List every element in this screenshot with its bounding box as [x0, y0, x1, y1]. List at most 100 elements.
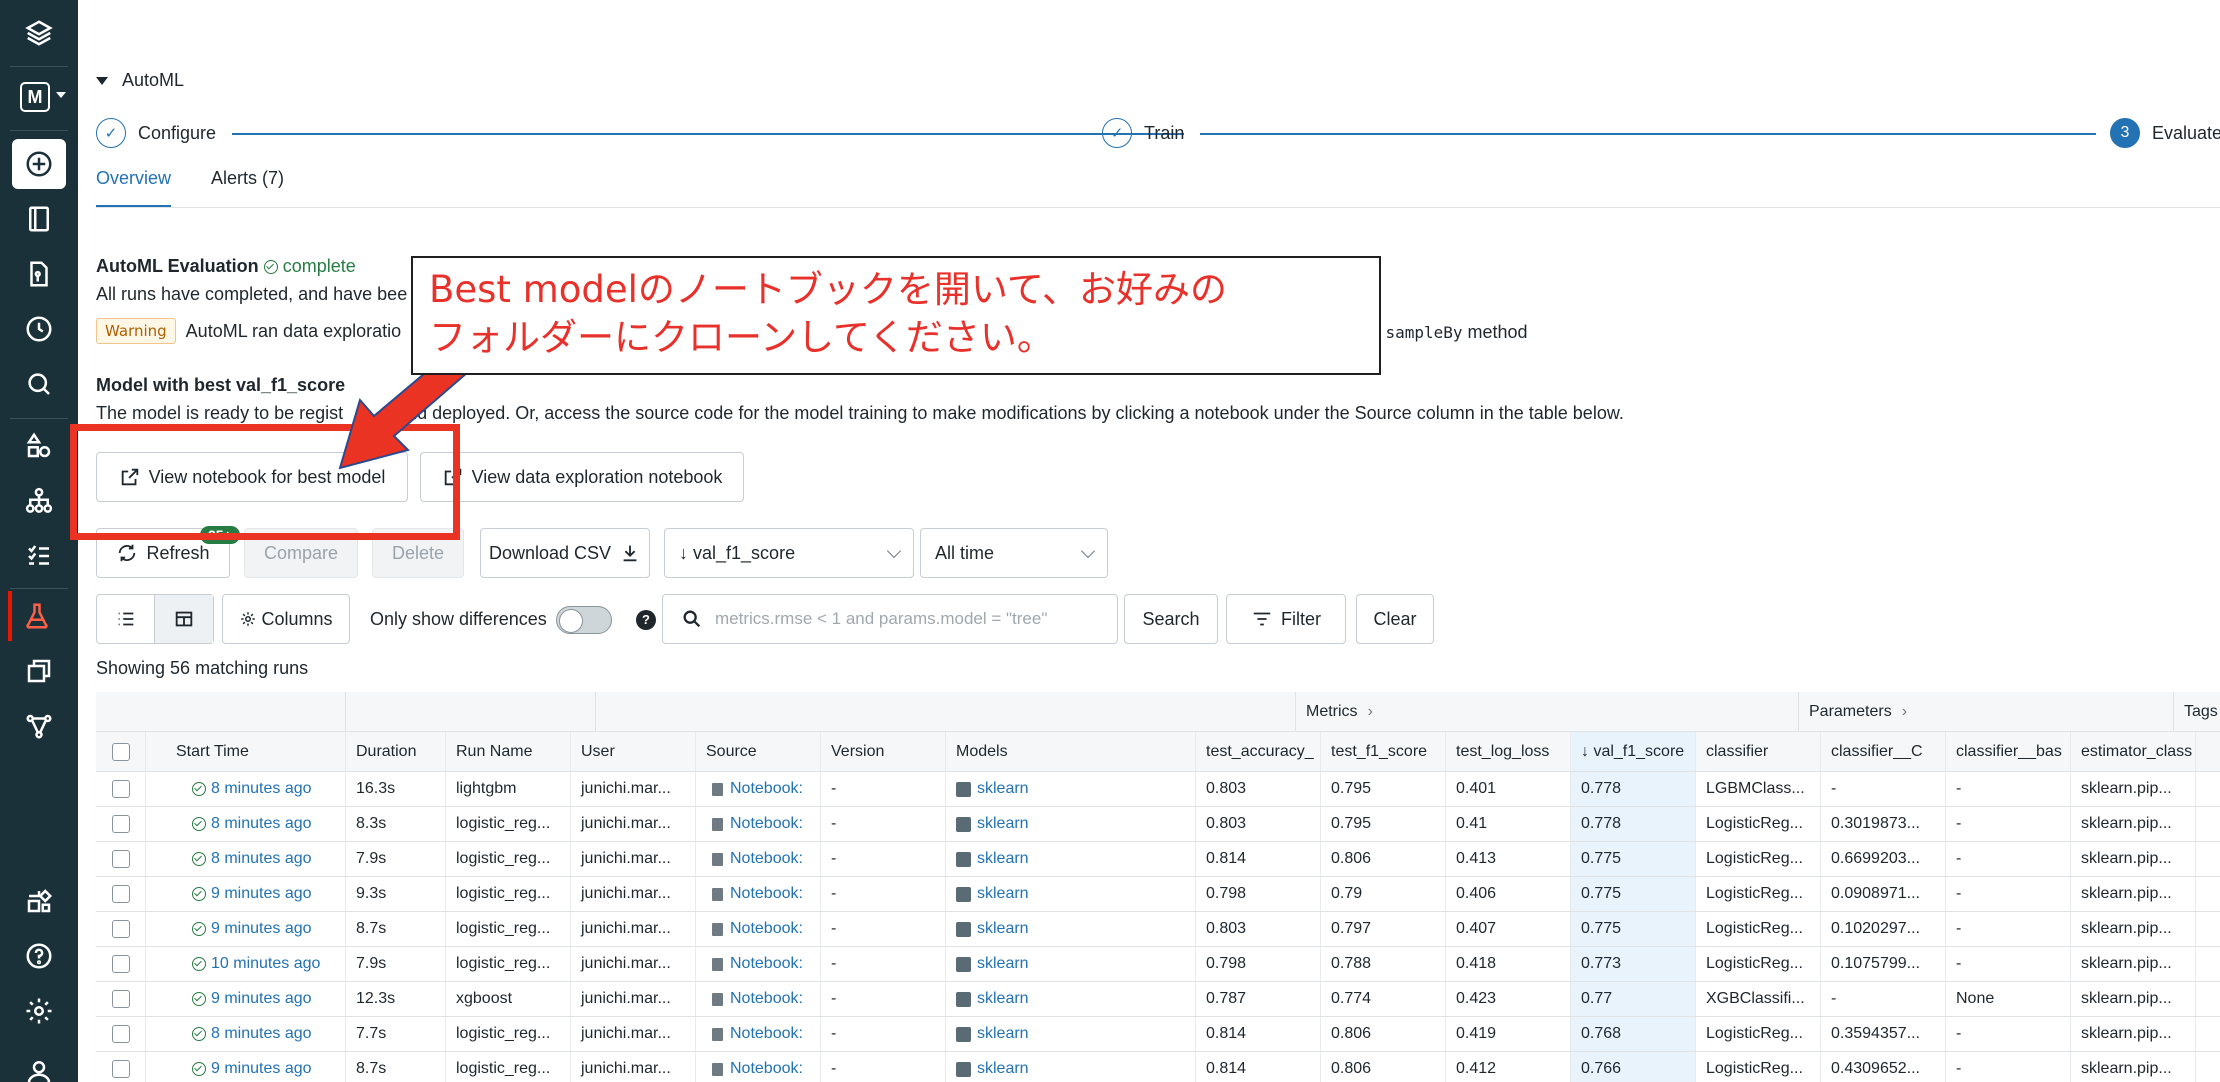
- table-row[interactable]: 8 minutes ago 7.7s logistic_reg... junichi.…: [96, 1017, 2220, 1052]
- cell-start-time-value[interactable]: 8 minutes ago: [211, 780, 312, 798]
- col-classifier-bas[interactable]: classifier__bas: [1946, 732, 2071, 771]
- col-estimator-class[interactable]: estimator_class: [2071, 732, 2196, 771]
- table-row[interactable]: 9 minutes ago 9.3s logistic_reg... junichi.…: [96, 877, 2220, 912]
- row-checkbox[interactable]: [111, 990, 130, 1008]
- automl-section-header[interactable]: AutoML: [96, 70, 184, 91]
- serving-icon[interactable]: [12, 701, 66, 751]
- sort-select[interactable]: ↓ val_f1_score: [664, 528, 914, 578]
- col-version[interactable]: Version: [821, 732, 946, 771]
- cell-source-value[interactable]: Notebook:: [730, 815, 803, 833]
- stack-logo-icon[interactable]: [12, 8, 66, 58]
- cell-start-time-value[interactable]: 9 minutes ago: [211, 1060, 312, 1078]
- marketplace-icon[interactable]: [12, 876, 66, 926]
- col-start-time[interactable]: Start Time: [146, 732, 346, 771]
- collapse-caret-icon[interactable]: [96, 76, 108, 85]
- columns-button[interactable]: Columns: [222, 594, 350, 644]
- row-checkbox[interactable]: [111, 815, 130, 833]
- cell-start-time-value[interactable]: 8 minutes ago: [211, 1025, 312, 1043]
- cell-model-value[interactable]: sklearn: [977, 815, 1029, 833]
- cell-model-value[interactable]: sklearn: [977, 1060, 1029, 1078]
- cell-source-value[interactable]: Notebook:: [730, 955, 803, 973]
- search-icon[interactable]: [12, 359, 66, 409]
- time-range-select[interactable]: All time: [920, 528, 1108, 578]
- cell-source-value[interactable]: Notebook:: [730, 885, 803, 903]
- search-button[interactable]: Search: [1124, 594, 1218, 644]
- col-test-accuracy[interactable]: test_accuracy_: [1196, 732, 1321, 771]
- table-row[interactable]: 9 minutes ago 8.7s logistic_reg... junichi.…: [96, 912, 2220, 947]
- cell-classifier-c: -: [1821, 772, 1946, 806]
- table-row[interactable]: 8 minutes ago 16.3s lightgbm junichi.mar...…: [96, 772, 2220, 807]
- cell-model-value[interactable]: sklearn: [977, 1025, 1029, 1043]
- list-view-button[interactable]: [97, 595, 155, 643]
- col-classifier[interactable]: classifier: [1696, 732, 1821, 771]
- workspace-icon[interactable]: M: [20, 82, 50, 112]
- row-checkbox[interactable]: [111, 955, 130, 973]
- table-view-button[interactable]: [155, 595, 213, 643]
- table-row[interactable]: 9 minutes ago 8.7s logistic_reg... junichi.…: [96, 1052, 2220, 1082]
- new-icon[interactable]: [12, 139, 66, 189]
- tags-group[interactable]: Tags: [2174, 692, 2220, 731]
- help-icon[interactable]: [12, 931, 66, 981]
- cell-start-time-value[interactable]: 9 minutes ago: [211, 990, 312, 1008]
- col-test-f1[interactable]: test_f1_score: [1321, 732, 1446, 771]
- cell-source-value[interactable]: Notebook:: [730, 850, 803, 868]
- download-csv-button[interactable]: Download CSV: [480, 528, 650, 578]
- parameters-group[interactable]: Parameters ›: [1799, 692, 2174, 731]
- workspace-files-icon[interactable]: [12, 194, 66, 244]
- catalog-icon[interactable]: [12, 421, 66, 471]
- select-all-checkbox[interactable]: [111, 742, 130, 761]
- settings-icon[interactable]: [12, 986, 66, 1036]
- only-show-differences-toggle[interactable]: [556, 606, 612, 634]
- col-user[interactable]: User: [571, 732, 696, 771]
- chevron-down-icon[interactable]: [56, 92, 66, 98]
- tab-alerts[interactable]: Alerts (7): [211, 168, 284, 208]
- row-checkbox[interactable]: [111, 780, 130, 798]
- cell-model-value[interactable]: sklearn: [977, 990, 1029, 1008]
- table-row[interactable]: 10 minutes ago 7.9s logistic_reg... junichi…: [96, 947, 2220, 982]
- user-icon[interactable]: [12, 1046, 66, 1082]
- tab-overview[interactable]: Overview: [96, 168, 172, 208]
- col-duration[interactable]: Duration: [346, 732, 446, 771]
- sql-icon[interactable]: [12, 531, 66, 581]
- cell-start-time-value[interactable]: 10 minutes ago: [211, 955, 320, 973]
- cell-source-value[interactable]: Notebook:: [730, 990, 803, 1008]
- cell-model-value[interactable]: sklearn: [977, 955, 1029, 973]
- row-checkbox[interactable]: [111, 1025, 130, 1043]
- col-val-f1-score[interactable]: ↓ val_f1_score: [1571, 732, 1696, 771]
- table-row[interactable]: 9 minutes ago 12.3s xgboost junichi.mar... N…: [96, 982, 2220, 1017]
- cell-start-time-value[interactable]: 8 minutes ago: [211, 850, 312, 868]
- table-row[interactable]: 8 minutes ago 7.9s logistic_reg... junichi.…: [96, 842, 2220, 877]
- repos-icon[interactable]: [12, 249, 66, 299]
- cell-source-value[interactable]: Notebook:: [730, 780, 803, 798]
- cell-source-value[interactable]: Notebook:: [730, 1025, 803, 1043]
- cell-start-time-value[interactable]: 8 minutes ago: [211, 815, 312, 833]
- col-classifier-c[interactable]: classifier__C: [1821, 732, 1946, 771]
- cell-model-value[interactable]: sklearn: [977, 885, 1029, 903]
- metrics-group[interactable]: Metrics ›: [1296, 692, 1799, 731]
- table-row[interactable]: 8 minutes ago 8.3s logistic_reg... junichi.…: [96, 807, 2220, 842]
- row-checkbox[interactable]: [111, 1060, 130, 1078]
- cell-model-value[interactable]: sklearn: [977, 780, 1029, 798]
- col-run-name[interactable]: Run Name: [446, 732, 571, 771]
- col-models[interactable]: Models: [946, 732, 1196, 771]
- workflows-icon[interactable]: [12, 476, 66, 526]
- col-source[interactable]: Source: [696, 732, 821, 771]
- cell-source-value[interactable]: Notebook:: [730, 1060, 803, 1078]
- row-checkbox[interactable]: [111, 920, 130, 938]
- col-test-log-loss[interactable]: test_log_loss: [1446, 732, 1571, 771]
- notebook-icon: [712, 1027, 723, 1041]
- row-checkbox[interactable]: [111, 885, 130, 903]
- clear-button[interactable]: Clear: [1356, 594, 1434, 644]
- experiments-icon[interactable]: [8, 591, 62, 641]
- recents-icon[interactable]: [12, 304, 66, 354]
- cell-model-value[interactable]: sklearn: [977, 850, 1029, 868]
- row-checkbox[interactable]: [111, 850, 130, 868]
- cell-start-time-value[interactable]: 9 minutes ago: [211, 920, 312, 938]
- search-input[interactable]: [715, 609, 1105, 629]
- cell-source-value[interactable]: Notebook:: [730, 920, 803, 938]
- help-icon[interactable]: ?: [636, 610, 656, 630]
- models-icon[interactable]: [12, 646, 66, 696]
- cell-model-value[interactable]: sklearn: [977, 920, 1029, 938]
- filter-button[interactable]: Filter: [1226, 594, 1346, 644]
- cell-start-time-value[interactable]: 9 minutes ago: [211, 885, 312, 903]
